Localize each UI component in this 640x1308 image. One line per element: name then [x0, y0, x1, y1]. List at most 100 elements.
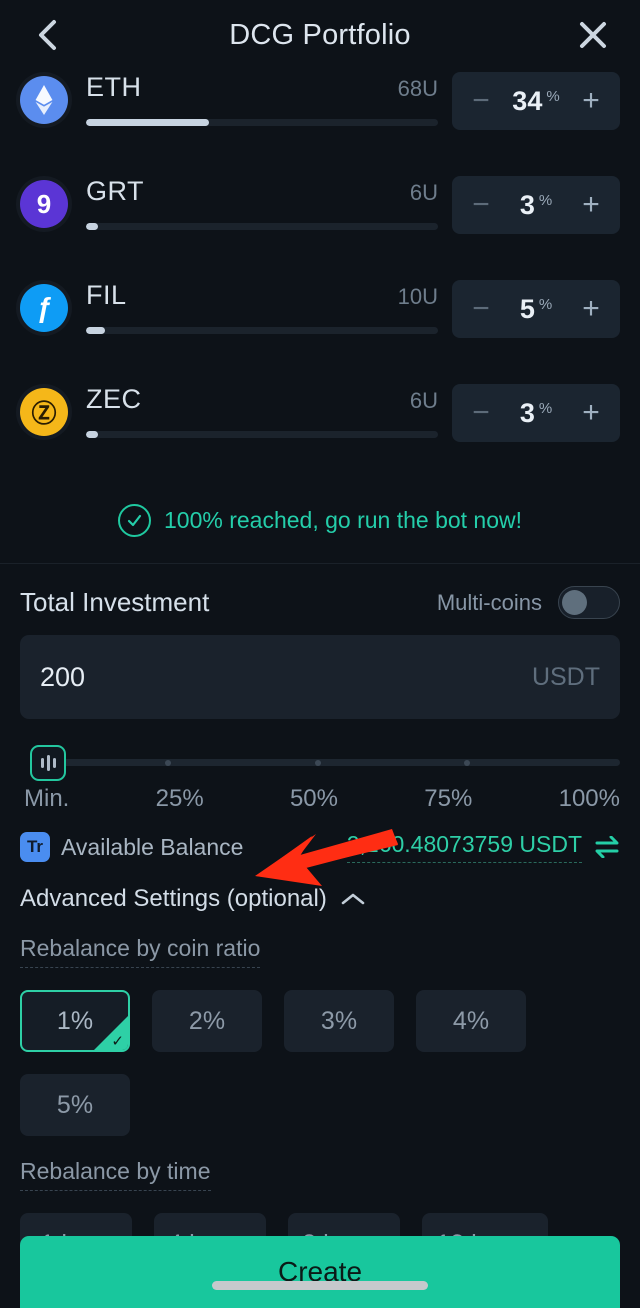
coin-row-zec: Ⓩ ZEC 6U − 3 % +: [20, 382, 620, 486]
available-balance-row: Tr Available Balance 2,160.48073759 USDT: [20, 831, 620, 863]
advanced-settings-toggle[interactable]: Advanced Settings (optional): [20, 885, 620, 913]
ratio-chip-4[interactable]: 4%: [416, 990, 526, 1052]
ratio-chip-3[interactable]: 3%: [284, 990, 394, 1052]
increment-button[interactable]: +: [578, 294, 604, 324]
slider-label-25: 25%: [155, 785, 204, 812]
percent-stepper-grt[interactable]: − 3 % +: [452, 176, 620, 234]
total-investment-header: Total Investment Multi-coins: [20, 564, 620, 635]
investment-section: Total Investment Multi-coins 200 USDT Mi…: [0, 564, 640, 1308]
back-button[interactable]: [26, 14, 68, 56]
slider-label-min: Min.: [24, 785, 70, 812]
coin-amount: 6U: [409, 180, 438, 205]
coin-info-zec: ZEC 6U: [86, 382, 438, 438]
allocation-status: 100% reached, go run the bot now!: [0, 486, 640, 563]
investment-slider[interactable]: [20, 745, 620, 781]
percent-value: 34: [512, 85, 543, 116]
total-investment-label: Total Investment: [20, 587, 210, 617]
coin-row-grt: 9 GRT 6U − 3 % +: [20, 174, 620, 278]
investment-amount-field[interactable]: 200 USDT: [20, 635, 620, 719]
toggle-knob: [562, 590, 587, 615]
slider-tick-labels: Min. 25% 50% 75% 100%: [20, 785, 620, 813]
transfer-badge-icon: Tr: [20, 832, 50, 862]
advanced-settings-label: Advanced Settings (optional): [20, 885, 327, 912]
equalizer-bar-3: [52, 758, 56, 768]
amount-currency: USDT: [531, 662, 600, 691]
percent-stepper-eth[interactable]: − 34 % +: [452, 72, 620, 130]
equalizer-bar-1: [40, 758, 44, 768]
status-text: 100% reached, go run the bot now!: [163, 507, 523, 533]
coin-progress-track: [86, 327, 438, 334]
multi-coins-toggle[interactable]: [558, 586, 620, 619]
ratio-chip-5[interactable]: 5%: [20, 1074, 130, 1136]
percent-stepper-zec[interactable]: − 3 % +: [452, 384, 620, 442]
check-circle-icon: [117, 504, 151, 537]
coin-info-fil: FIL 10U: [86, 278, 438, 334]
decrement-button[interactable]: −: [468, 294, 494, 324]
coin-progress-track: [86, 223, 438, 230]
coin-info-eth: ETH 68U: [86, 70, 438, 126]
slider-tick-25: [165, 760, 171, 766]
home-indicator: [212, 1281, 428, 1290]
percent-symbol: %: [538, 191, 553, 209]
decrement-button[interactable]: −: [468, 398, 494, 428]
available-balance-label: Available Balance: [61, 833, 244, 860]
zec-icon: Ⓩ: [20, 388, 68, 436]
increment-button[interactable]: +: [578, 398, 604, 428]
ratio-chip-label: 1%: [56, 1006, 94, 1035]
increment-button[interactable]: +: [578, 190, 604, 220]
coin-progress-fill: [86, 223, 99, 230]
close-icon: [580, 22, 606, 48]
grt-icon: 9: [20, 180, 68, 228]
check-icon: ✓: [111, 1033, 124, 1050]
swap-icon[interactable]: [594, 836, 620, 858]
slider-label-50: 50%: [289, 785, 338, 812]
coin-symbol: ETH: [86, 72, 142, 102]
decrement-button[interactable]: −: [468, 190, 494, 220]
ratio-chip-label: 5%: [56, 1090, 94, 1119]
coin-symbol: FIL: [86, 280, 127, 310]
coin-amount: 6U: [409, 388, 438, 413]
percent-symbol: %: [538, 295, 553, 313]
slider-track[interactable]: [42, 759, 620, 766]
decrement-button[interactable]: −: [468, 86, 494, 116]
grt-glyph: 9: [36, 188, 52, 219]
coin-amount: 10U: [397, 284, 438, 309]
coin-progress-track: [86, 431, 438, 438]
chevron-up-icon: [341, 892, 365, 906]
ratio-chip-1[interactable]: 1% ✓: [20, 990, 130, 1052]
rebalance-coin-ratio-label: Rebalance by coin ratio: [20, 935, 261, 968]
footer: Create: [0, 1236, 640, 1308]
percent-symbol: %: [546, 87, 560, 105]
percent-stepper-fil[interactable]: − 5 % +: [452, 280, 620, 338]
create-button[interactable]: Create: [20, 1236, 620, 1308]
header: DCG Portfolio: [0, 0, 640, 70]
coin-row-fil: ƒ FIL 10U − 5 % +: [20, 278, 620, 382]
equalizer-bar-2: [46, 755, 50, 771]
slider-tick-50: [315, 760, 321, 766]
percent-symbol: %: [538, 399, 553, 417]
coin-symbol: GRT: [86, 176, 145, 206]
close-button[interactable]: [572, 14, 614, 56]
rebalance-ratio-chips: 1% ✓ 2% 3% 4% 5%: [20, 990, 620, 1136]
slider-label-100: 100%: [558, 785, 620, 812]
zec-glyph: Ⓩ: [31, 400, 57, 428]
slider-handle[interactable]: [30, 745, 66, 781]
fil-icon: ƒ: [20, 284, 68, 332]
app-screen: DCG Portfolio ETH 68U − 34 % + 9 GRT 6U …: [0, 0, 640, 1308]
multi-coins-label: Multi-coins: [436, 589, 542, 615]
coin-progress-fill: [86, 327, 106, 334]
ratio-chip-2[interactable]: 2%: [152, 990, 262, 1052]
available-balance-amount[interactable]: 2,160.48073759 USDT: [346, 831, 582, 863]
percent-value: 5: [519, 293, 535, 324]
increment-button[interactable]: +: [578, 86, 604, 116]
ratio-chip-label: 3%: [320, 1006, 358, 1035]
coin-amount: 68U: [397, 76, 438, 101]
coin-progress-track: [86, 119, 438, 126]
amount-input[interactable]: 200: [40, 662, 85, 693]
fil-glyph: ƒ: [36, 292, 52, 323]
slider-label-75: 75%: [424, 785, 473, 812]
percent-value: 3: [519, 397, 535, 428]
rebalance-time-label: Rebalance by time: [20, 1158, 211, 1191]
percent-value: 3: [519, 189, 535, 220]
chevron-left-icon: [39, 20, 56, 50]
